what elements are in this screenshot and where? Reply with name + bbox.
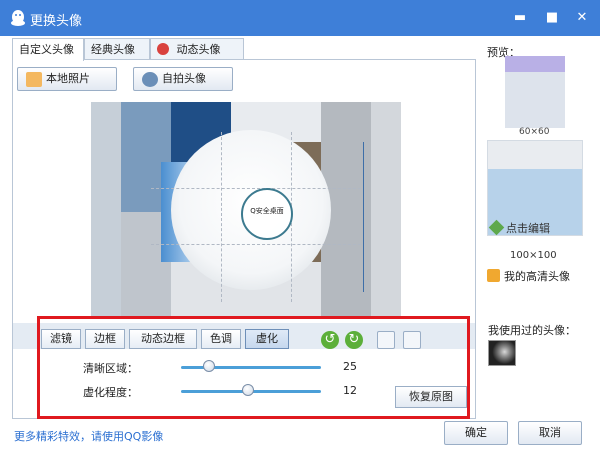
tab-label: 经典头像 — [91, 43, 135, 56]
maximize-button[interactable]: ■ — [544, 10, 560, 26]
tab-bar: 自定义头像 经典头像 动态头像 — [12, 38, 262, 61]
minimize-button[interactable]: ▬ — [512, 10, 528, 26]
button-label: 自拍头像 — [162, 72, 206, 85]
preview-medium-size: 100×100 — [510, 250, 557, 261]
crop-grid-line — [151, 188, 361, 189]
camera-icon — [142, 72, 158, 87]
focus-label: Q安全桌面 — [250, 207, 284, 215]
crop-grid-line — [151, 244, 361, 245]
tab-label: 自定义头像 — [19, 43, 74, 56]
user-photo-icon — [26, 72, 42, 87]
pencil-icon — [488, 219, 505, 236]
tab-dynamic-avatar[interactable]: 动态头像 — [150, 38, 244, 60]
history-label: 我使用过的头像： — [488, 324, 576, 337]
qq-penguin-icon — [11, 10, 25, 26]
close-button[interactable]: ✕ — [574, 10, 590, 26]
qq-image-promo-link[interactable]: 更多精彩特效，请使用QQ影像 — [14, 428, 163, 444]
focus-circle[interactable]: Q安全桌面 — [241, 188, 293, 240]
local-photo-button[interactable]: 本地照片 — [17, 67, 117, 91]
cancel-button[interactable]: 取消 — [518, 421, 582, 445]
crop-edge-line[interactable] — [363, 142, 364, 292]
preview-large-size: 60×60 — [519, 127, 550, 137]
click-edit-link[interactable]: 点击编辑 — [488, 219, 550, 236]
penguin-icon — [157, 43, 169, 55]
crop-grid-line — [221, 132, 222, 302]
window-title: 更换头像 — [30, 14, 83, 29]
photo-canvas[interactable]: Q安全桌面 — [13, 98, 475, 320]
tab-label: 动态头像 — [176, 43, 221, 56]
button-label: 本地照片 — [46, 72, 90, 85]
hd-avatar-label: 我的高清头像 — [504, 270, 570, 283]
tab-custom-avatar[interactable]: 自定义头像 — [12, 38, 84, 61]
highlight-box — [37, 316, 470, 419]
photo-preview: Q安全桌面 — [91, 102, 401, 316]
title-bar: 更换头像 ▬ ■ ✕ — [0, 0, 600, 36]
photo-region — [371, 102, 401, 316]
hd-avatar-link[interactable]: 我的高清头像 — [487, 268, 570, 284]
photo-region — [91, 102, 121, 316]
edit-label: 点击编辑 — [506, 222, 550, 235]
ok-button[interactable]: 确定 — [444, 421, 508, 445]
hd-avatar-icon — [487, 269, 500, 282]
selfie-button[interactable]: 自拍头像 — [133, 67, 233, 91]
tab-classic-avatar[interactable]: 经典头像 — [84, 38, 150, 60]
history-avatar-thumb[interactable] — [488, 340, 516, 366]
preview-large — [505, 56, 565, 128]
